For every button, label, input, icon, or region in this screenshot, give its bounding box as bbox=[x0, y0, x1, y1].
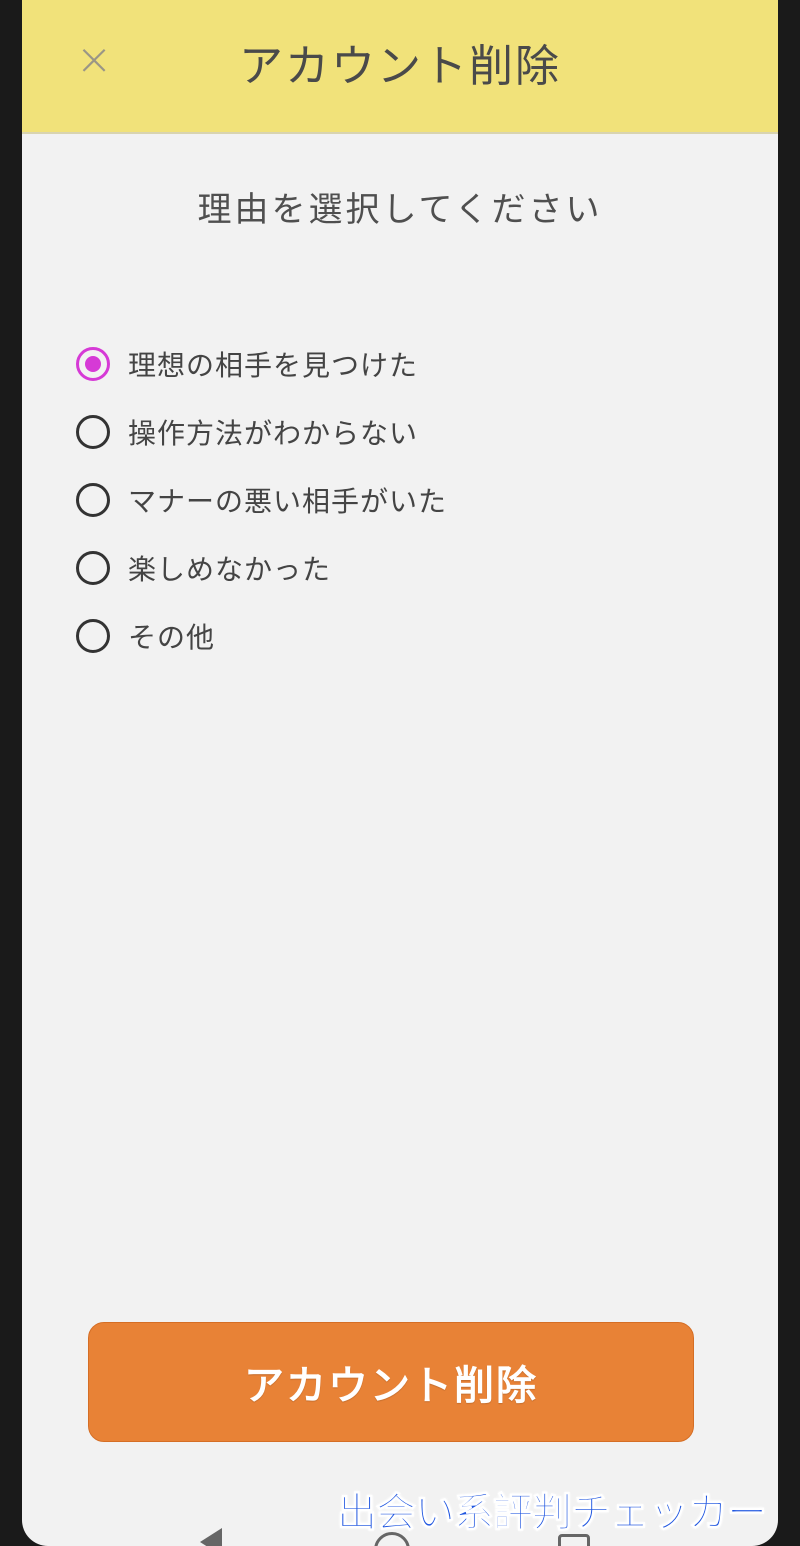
radio-empty-icon[interactable] bbox=[76, 483, 110, 517]
reason-option-bad-manners[interactable]: マナーの悪い相手がいた bbox=[76, 466, 756, 534]
delete-account-button[interactable]: アカウント削除 bbox=[88, 1322, 694, 1442]
reason-label: 楽しめなかった bbox=[128, 553, 332, 586]
reason-option-other[interactable]: その他 bbox=[76, 602, 756, 670]
phone-screen: × アカウント削除 理由を選択してください 理想の相手を見つけた 操作方法がわか… bbox=[22, 0, 778, 1546]
reason-label: マナーの悪い相手がいた bbox=[128, 485, 448, 518]
reason-options: 理想の相手を見つけた 操作方法がわからない マナーの悪い相手がいた 楽しめなかっ… bbox=[76, 330, 756, 670]
reason-label: その他 bbox=[128, 621, 216, 654]
reason-prompt: 理由を選択してください bbox=[197, 190, 603, 230]
page-title: アカウント削除 bbox=[239, 41, 561, 92]
reason-label: 操作方法がわからない bbox=[128, 417, 419, 450]
radio-empty-icon[interactable] bbox=[76, 415, 110, 449]
reason-option-hard-to-use[interactable]: 操作方法がわからない bbox=[76, 398, 756, 466]
back-icon[interactable] bbox=[200, 1528, 222, 1546]
reason-option-found-partner[interactable]: 理想の相手を見つけた bbox=[76, 330, 756, 398]
app-header: × アカウント削除 bbox=[22, 0, 778, 134]
radio-selected-icon[interactable] bbox=[76, 347, 110, 381]
radio-empty-icon[interactable] bbox=[76, 619, 110, 653]
reason-label: 理想の相手を見つけた bbox=[128, 349, 419, 382]
reason-option-not-fun[interactable]: 楽しめなかった bbox=[76, 534, 756, 602]
radio-empty-icon[interactable] bbox=[76, 551, 110, 585]
watermark: 出会い系評判チェッカー bbox=[337, 1490, 768, 1537]
